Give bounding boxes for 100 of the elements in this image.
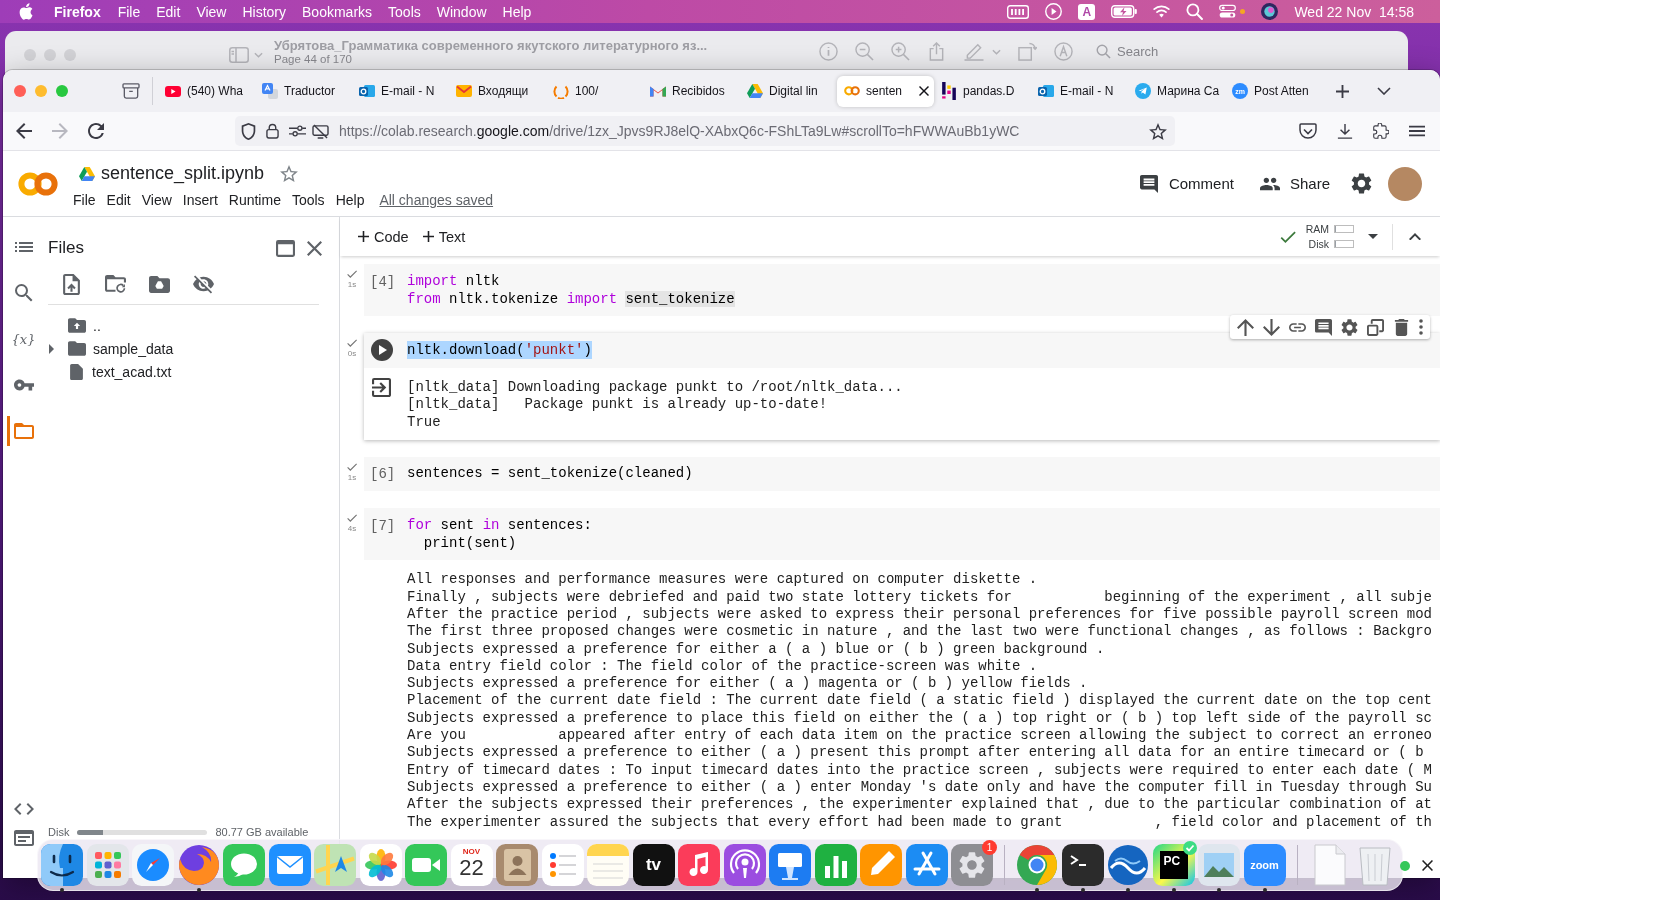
app-menu[interactable]: Firefox (54, 3, 101, 20)
caret-down-icon[interactable] (1368, 234, 1378, 239)
compass-icon[interactable] (132, 844, 174, 886)
file-tree-item[interactable]: .. (48, 314, 325, 337)
sliders-icon[interactable] (289, 125, 306, 137)
terminal-icon[interactable] (1061, 844, 1104, 886)
close-icon[interactable] (307, 240, 322, 256)
browser-tab[interactable]: senten (837, 75, 934, 107)
caret-right-icon[interactable] (49, 343, 54, 354)
browser-tab[interactable]: Входящи (449, 75, 546, 107)
more-vertical-icon[interactable] (1419, 319, 1423, 335)
wave-icon[interactable] (1107, 844, 1149, 886)
reload-icon[interactable] (88, 123, 104, 139)
save-status-link[interactable]: All changes saved (379, 191, 494, 208)
window-icon[interactable] (276, 239, 295, 257)
rings-logo-icon[interactable] (18, 171, 58, 196)
menu-item[interactable]: Tools (388, 3, 421, 20)
menu-item[interactable]: File (117, 3, 141, 20)
menu-item[interactable]: Insert (182, 191, 218, 208)
ide-icon[interactable]: PC (1152, 844, 1195, 886)
browser-tab[interactable]: Марина Са (1128, 75, 1225, 107)
menu-item[interactable]: File (73, 191, 96, 208)
share-button[interactable]: Share (1257, 168, 1332, 199)
exit-arrow-icon[interactable] (372, 378, 391, 397)
menu-icon[interactable] (1409, 123, 1425, 139)
image-icon[interactable] (1198, 844, 1240, 886)
menu-item[interactable]: View (196, 3, 227, 20)
browser-tab[interactable]: 100/ (546, 75, 643, 107)
copy-icon[interactable] (1367, 318, 1384, 336)
file-upload-icon[interactable] (61, 273, 82, 295)
menu-item[interactable]: Runtime (228, 191, 281, 208)
address-book-icon[interactable] (496, 844, 538, 886)
chevron-up-icon[interactable] (1409, 232, 1421, 241)
back-arrow-icon[interactable] (16, 123, 32, 139)
eye-off-icon[interactable] (193, 273, 214, 295)
code-editor[interactable]: [4] import nltk from nltk.tokenize import sent_tokenize (364, 264, 1440, 316)
calendar-icon[interactable]: NOV 22 (450, 844, 493, 886)
settings-icon[interactable] (1351, 173, 1372, 194)
color-wheel-icon[interactable] (1016, 844, 1058, 886)
pocket-icon[interactable] (1299, 122, 1317, 140)
avatar[interactable] (1388, 166, 1422, 201)
envelope-icon[interactable] (268, 844, 311, 886)
resource-monitor[interactable]: RAM Disk (1305, 223, 1354, 250)
close-button[interactable] (14, 85, 26, 97)
code-brackets-icon[interactable] (14, 801, 34, 817)
sidebar-tab[interactable]: {x} (7, 324, 37, 354)
toggle-icon[interactable] (1219, 3, 1237, 20)
code-editor[interactable]: [7] for sent in sentences: print(sent) (364, 508, 1440, 561)
map-icon[interactable] (314, 844, 356, 886)
store-icon[interactable] (905, 844, 948, 886)
download-icon[interactable] (1337, 123, 1353, 139)
arrow-down-icon[interactable] (1263, 318, 1280, 336)
search-field[interactable]: Search (1117, 42, 1317, 61)
insert-cell-button[interactable]: Text (418, 224, 470, 249)
flower-icon[interactable] (359, 844, 402, 886)
archive-box-icon[interactable] (122, 83, 140, 99)
browser-tab[interactable]: E-mail - N (352, 75, 449, 107)
folder-triangle-icon[interactable] (149, 273, 170, 295)
settings-icon[interactable] (1341, 318, 1358, 336)
menu-item[interactable]: Help (502, 3, 532, 20)
tv-app-icon[interactable]: tv (632, 844, 675, 886)
podium-icon[interactable] (769, 844, 811, 886)
comment-button[interactable]: Comment (1136, 168, 1236, 199)
close-tab-icon[interactable] (919, 86, 929, 96)
code-editor[interactable]: [6] sentences = sent_tokenize(cleaned) (364, 456, 1440, 492)
apple-icon[interactable] (19, 3, 33, 20)
bar-chart-icon[interactable] (814, 844, 857, 886)
terminal-icon[interactable] (14, 830, 34, 846)
browser-tab[interactable]: E-mail - N (1031, 75, 1128, 107)
menu-item[interactable]: Bookmarks (302, 3, 373, 20)
play-icon[interactable] (1045, 3, 1063, 20)
browser-tab[interactable]: (540) Wha (158, 75, 255, 107)
sidebar-tab[interactable] (7, 416, 37, 446)
face-logo-icon[interactable] (41, 844, 83, 886)
input-source-indicator[interactable]: A (1078, 3, 1096, 20)
new-tab-icon[interactable] (1336, 84, 1349, 98)
menu-item[interactable]: Window (436, 3, 487, 20)
file-tree-item[interactable]: sample_data (48, 337, 325, 360)
wifi-icon[interactable] (1153, 3, 1171, 20)
puzzle-icon[interactable] (1373, 123, 1389, 139)
orb-icon[interactable] (1261, 3, 1279, 20)
search-icon[interactable] (1186, 3, 1204, 20)
browser-tab[interactable]: Recibidos (643, 75, 740, 107)
browser-tab[interactable]: Digital lin (740, 75, 837, 107)
folder-refresh-icon[interactable] (105, 273, 126, 295)
notebook-title[interactable]: sentence_split.ipynb (101, 163, 265, 184)
menu-item[interactable]: View (141, 191, 172, 208)
screen-off-icon[interactable] (312, 123, 329, 139)
battery-icon[interactable] (1111, 5, 1138, 18)
shield-icon[interactable] (241, 122, 256, 140)
browser-tab[interactable]: pandas.D (934, 75, 1031, 107)
insert-cell-button[interactable]: Code (354, 224, 413, 249)
trash-icon[interactable] (1393, 318, 1410, 336)
run-button[interactable] (371, 338, 393, 361)
flame-globe-icon[interactable] (177, 844, 220, 886)
code-editor[interactable]: nltk.download('punkt') (364, 333, 1440, 368)
close-icon[interactable] (1422, 860, 1433, 871)
menu-item[interactable]: Help (335, 191, 365, 208)
arrow-up-icon[interactable] (1237, 318, 1254, 336)
meter-icon[interactable] (1007, 4, 1030, 19)
